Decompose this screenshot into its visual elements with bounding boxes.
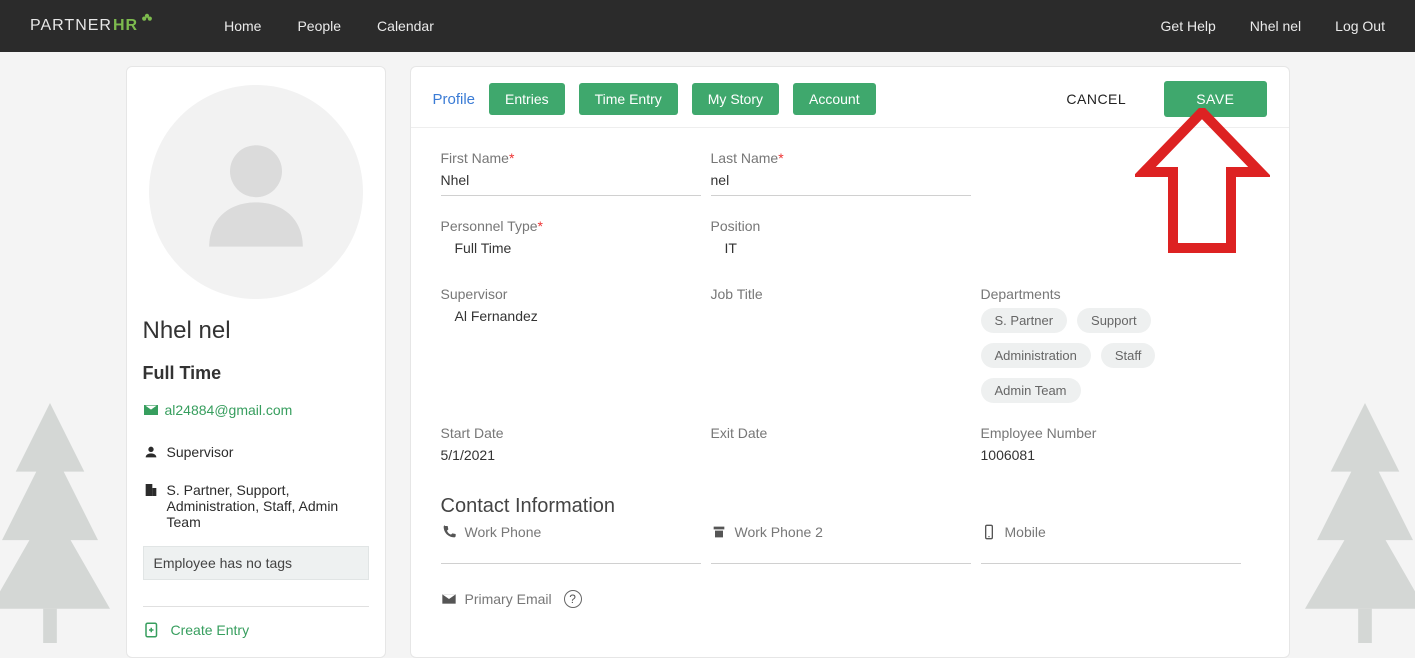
- employee-number-label: Employee Number: [981, 425, 1259, 441]
- last-name-label: Last Name: [711, 150, 779, 166]
- nav-people[interactable]: People: [297, 18, 341, 34]
- person-icon: [143, 444, 159, 460]
- sidebar-person-name: Nhel nel: [143, 317, 369, 345]
- exit-date-label: Exit Date: [711, 425, 971, 441]
- work-phone-2-label: Work Phone 2: [735, 524, 823, 540]
- contact-section-title: Contact Information: [441, 495, 1259, 518]
- sidebar-person-type: Full Time: [143, 363, 369, 384]
- department-chip[interactable]: Administration: [981, 343, 1091, 368]
- field-departments: Departments S. Partner Support Administr…: [981, 286, 1259, 403]
- job-title-input[interactable]: [711, 302, 971, 332]
- nav-user-name[interactable]: Nhel nel: [1250, 18, 1301, 34]
- nav-get-help[interactable]: Get Help: [1161, 18, 1216, 34]
- cancel-button[interactable]: CANCEL: [1066, 91, 1126, 107]
- start-date-label: Start Date: [441, 425, 701, 441]
- brand-part2: HR: [113, 17, 138, 35]
- create-entry-link[interactable]: Create Entry: [143, 621, 369, 639]
- brand-people-icon: [140, 13, 154, 27]
- brand-part1: PARTNER: [30, 17, 112, 35]
- field-primary-email: Primary Email ?: [441, 590, 701, 608]
- field-start-date: Start Date 5/1/2021: [441, 425, 701, 463]
- topbar: PARTNERHR Home People Calendar Get Help …: [0, 0, 1415, 52]
- top-right-nav: Get Help Nhel nel Log Out: [1161, 18, 1385, 34]
- departments-chips[interactable]: S. Partner Support Administration Staff …: [981, 308, 1259, 403]
- field-personnel-type: Personnel Type* Full Time: [441, 218, 701, 264]
- work-phone-label: Work Phone: [465, 524, 542, 540]
- tab-time-entry[interactable]: Time Entry: [579, 83, 678, 115]
- field-supervisor: Supervisor Al Fernandez: [441, 286, 701, 403]
- field-employee-number: Employee Number 1006081: [981, 425, 1259, 463]
- departments-label: Departments: [981, 286, 1259, 302]
- desk-phone-icon: [711, 524, 727, 540]
- primary-nav: Home People Calendar: [224, 18, 434, 34]
- field-work-phone-2: Work Phone 2: [711, 524, 971, 564]
- sidebar-departments-text: S. Partner, Support, Administration, Sta…: [167, 482, 369, 530]
- envelope-icon: [143, 402, 159, 418]
- start-date-value[interactable]: 5/1/2021: [441, 441, 701, 463]
- envelope-icon: [441, 591, 457, 607]
- personnel-type-select[interactable]: Full Time: [441, 234, 701, 264]
- field-job-title: Job Title: [711, 286, 971, 403]
- sidebar-email-link[interactable]: al24884@gmail.com: [165, 402, 293, 418]
- work-phone-2-input[interactable]: [711, 540, 971, 564]
- mobile-label: Mobile: [1005, 524, 1046, 540]
- create-entry-label: Create Entry: [171, 622, 250, 638]
- nav-logout[interactable]: Log Out: [1335, 18, 1385, 34]
- job-title-label: Job Title: [711, 286, 971, 302]
- tabs-row: Profile Entries Time Entry My Story Acco…: [411, 67, 1289, 127]
- position-select[interactable]: IT: [711, 234, 971, 264]
- position-label: Position: [711, 218, 971, 234]
- field-position: Position IT: [711, 218, 971, 264]
- field-first-name: First Name* Nhel: [441, 150, 701, 196]
- primary-email-label: Primary Email: [465, 591, 552, 607]
- field-work-phone: Work Phone: [441, 524, 701, 564]
- tab-my-story[interactable]: My Story: [692, 83, 779, 115]
- supervisor-label: Supervisor: [441, 286, 701, 302]
- nav-home[interactable]: Home: [224, 18, 261, 34]
- department-chip[interactable]: Admin Team: [981, 378, 1081, 403]
- supervisor-select[interactable]: Al Fernandez: [441, 302, 701, 332]
- nav-calendar[interactable]: Calendar: [377, 18, 434, 34]
- profile-sidebar-card: Nhel nel Full Time al24884@gmail.com Sup…: [126, 66, 386, 658]
- help-icon[interactable]: ?: [564, 590, 582, 608]
- building-icon: [143, 482, 159, 498]
- field-exit-date: Exit Date: [711, 425, 971, 463]
- department-chip[interactable]: Support: [1077, 308, 1151, 333]
- department-chip[interactable]: S. Partner: [981, 308, 1068, 333]
- avatar-placeholder: [149, 85, 363, 299]
- employee-number-value: 1006081: [981, 441, 1259, 463]
- tab-account[interactable]: Account: [793, 83, 876, 115]
- personnel-type-label: Personnel Type: [441, 218, 538, 234]
- tab-profile[interactable]: Profile: [433, 87, 476, 112]
- first-name-input[interactable]: Nhel: [441, 166, 701, 196]
- save-button[interactable]: SAVE: [1164, 81, 1266, 117]
- tab-entries[interactable]: Entries: [489, 83, 565, 115]
- mobile-icon: [981, 524, 997, 540]
- mobile-input[interactable]: [981, 540, 1241, 564]
- first-name-label: First Name: [441, 150, 509, 166]
- tags-empty-box: Employee has no tags: [143, 546, 369, 580]
- field-last-name: Last Name* nel: [711, 150, 971, 196]
- main-panel: Profile Entries Time Entry My Story Acco…: [410, 66, 1290, 658]
- brand-logo: PARTNERHR: [30, 17, 154, 35]
- department-chip[interactable]: Staff: [1101, 343, 1156, 368]
- work-phone-input[interactable]: [441, 540, 701, 564]
- sidebar-supervisor-label: Supervisor: [167, 444, 234, 460]
- phone-icon: [441, 524, 457, 540]
- field-mobile: Mobile: [981, 524, 1241, 564]
- last-name-input[interactable]: nel: [711, 166, 971, 196]
- note-plus-icon: [143, 621, 161, 639]
- exit-date-value[interactable]: [711, 441, 971, 447]
- sidebar-divider: [143, 606, 369, 607]
